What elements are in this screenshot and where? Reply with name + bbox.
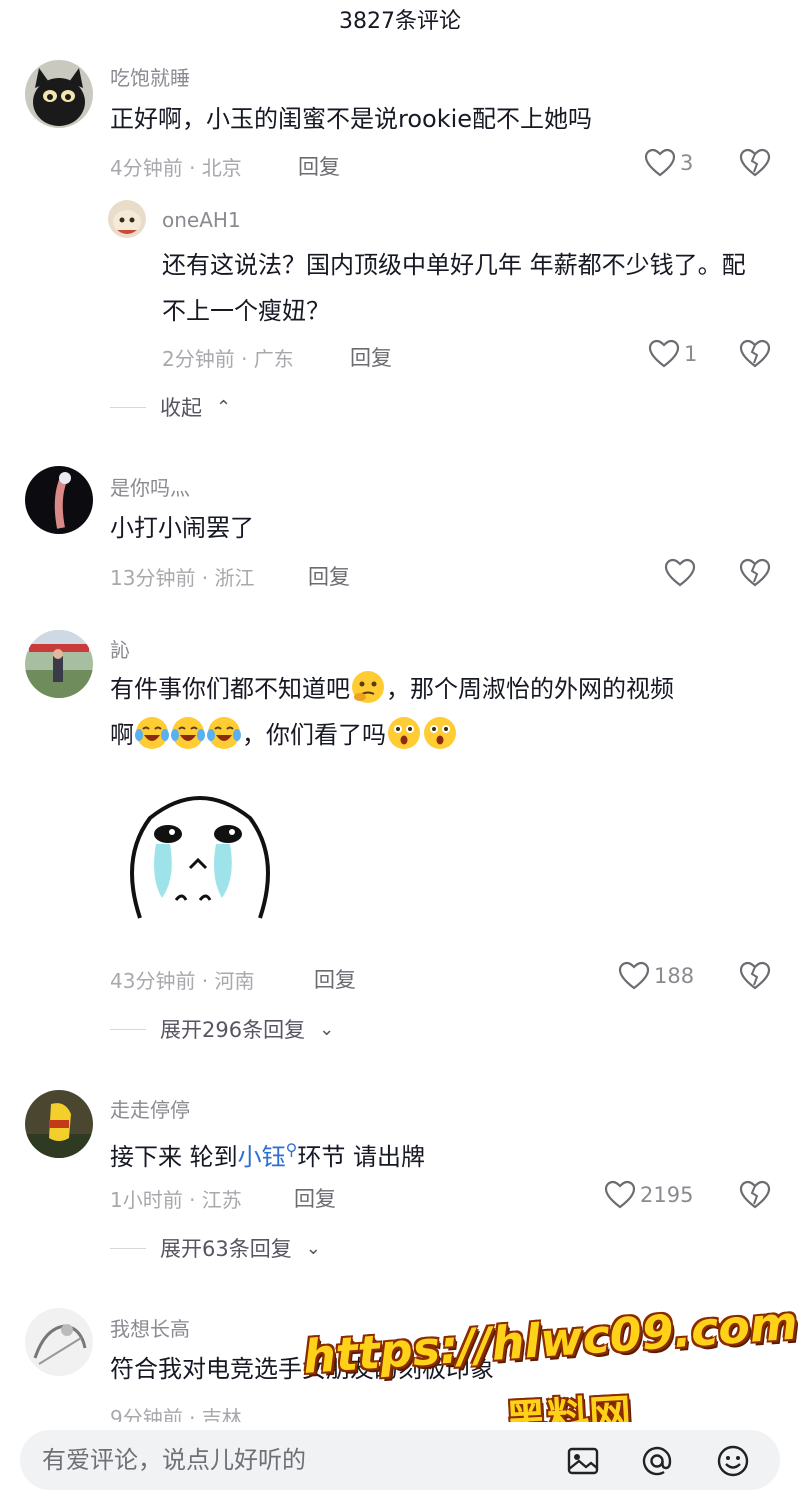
emoji-icon[interactable]	[716, 1444, 750, 1478]
crying-laughing-emoji	[170, 715, 206, 751]
heart-icon	[604, 1180, 636, 1209]
comment-time-location: 43分钟前 · 河南	[110, 969, 255, 993]
broken-heart-icon	[739, 961, 771, 990]
dislike-button[interactable]	[739, 558, 771, 588]
dislike-button[interactable]	[739, 961, 771, 991]
mention-icon[interactable]	[640, 1444, 674, 1478]
comment-input-pill[interactable]	[20, 1430, 780, 1490]
comment-text: 接下来 轮到小钰⚲环节 请出牌	[110, 1127, 780, 1180]
broken-heart-icon	[739, 148, 771, 177]
comment-text-part: 环节 请出牌	[297, 1143, 425, 1171]
comment-text: 有件事你们都不知道吧 ，那个周淑怡的外网的视频 啊 ，你们看了吗	[110, 666, 780, 758]
heart-icon	[664, 558, 696, 587]
like-button[interactable]: 1	[648, 339, 697, 369]
chevron-up-icon: ⌃	[216, 396, 232, 418]
crying-laughing-emoji	[134, 715, 170, 751]
heart-icon	[644, 148, 676, 177]
comment-username[interactable]: 我想长高	[110, 1313, 190, 1342]
divider	[110, 1028, 146, 1030]
avatar[interactable]	[25, 630, 93, 698]
comment-text-part: ，那个周淑怡的外网的视频	[386, 675, 674, 703]
comment-text-part: 有件事你们都不知道吧	[110, 675, 350, 703]
search-icon[interactable]: ⚲	[286, 1140, 298, 1159]
expand-label: 展开63条回复	[160, 1237, 292, 1261]
chevron-down-icon: ⌄	[319, 1018, 335, 1040]
comment-time-location: 1小时前 · 江苏	[110, 1188, 242, 1212]
watermark-url: https://hlwc09.com	[301, 1295, 800, 1384]
like-count: 3	[680, 151, 694, 175]
like-button[interactable]: 188	[618, 961, 694, 991]
comment-text-part: 啊	[110, 721, 134, 749]
crying-sticker-image[interactable]	[110, 768, 290, 938]
heart-icon	[618, 961, 650, 990]
dislike-button[interactable]	[739, 148, 771, 178]
broken-heart-icon	[739, 339, 771, 368]
reply-time-location: 2分钟前 · 广东	[162, 347, 294, 371]
like-count: 2195	[640, 1183, 694, 1207]
comment-input[interactable]	[42, 1440, 542, 1480]
chevron-down-icon: ⌄	[305, 1237, 321, 1259]
avatar[interactable]	[25, 1308, 93, 1376]
comments-header: 3827条评论	[0, 0, 800, 44]
dislike-button[interactable]	[739, 1180, 771, 1210]
collapse-label: 收起	[160, 396, 202, 420]
broken-heart-icon	[739, 1180, 771, 1209]
like-button[interactable]: 3	[644, 148, 693, 178]
comment-text: 正好啊，小玉的闺蜜不是说rookie配不上她吗	[110, 105, 593, 133]
reply-button[interactable]: 回复	[308, 561, 350, 591]
divider	[110, 1247, 146, 1249]
search-keyword-link[interactable]: 小钰	[238, 1143, 286, 1171]
comment-username[interactable]: 走走停停	[110, 1094, 190, 1123]
reply-username[interactable]: oneAH1	[162, 208, 241, 232]
thinking-face-emoji	[350, 669, 386, 705]
comment-username[interactable]: 吃饱就睡	[110, 62, 190, 91]
shocked-face-emoji	[386, 715, 422, 751]
avatar[interactable]	[108, 200, 146, 238]
heart-icon	[648, 339, 680, 368]
expand-replies-button[interactable]: 展开63条回复 ⌄	[110, 1233, 321, 1263]
comments-count-title: 3827条评论	[339, 9, 461, 34]
shocked-face-emoji	[422, 715, 458, 751]
reply-button[interactable]: 回复	[314, 964, 356, 994]
comment-text-part: 接下来 轮到	[110, 1143, 238, 1171]
divider	[110, 406, 146, 408]
like-count: 1	[684, 342, 698, 366]
reply-button[interactable]: 回复	[298, 151, 340, 181]
comment-text: 小打小闹罢了	[110, 514, 254, 542]
comment-text-part: ，你们看了吗	[242, 721, 386, 749]
reply-text: 还有这说法？国内顶级中单好几年 年薪都不少钱了。配不上一个瘦妞？	[162, 251, 746, 325]
collapse-replies-button[interactable]: 收起 ⌃	[110, 392, 231, 422]
expand-label: 展开296条回复	[160, 1018, 306, 1042]
reply-button[interactable]: 回复	[350, 342, 392, 372]
broken-heart-icon	[739, 558, 771, 587]
avatar[interactable]	[25, 1090, 93, 1158]
comment-input-bar	[0, 1422, 800, 1492]
crying-laughing-emoji	[206, 715, 242, 751]
comment-time-location: 13分钟前 · 浙江	[110, 566, 255, 590]
reply-button[interactable]: 回复	[294, 1183, 336, 1213]
expand-replies-button[interactable]: 展开296条回复 ⌄	[110, 1014, 334, 1044]
comment-username[interactable]: 是你吗灬	[110, 472, 190, 501]
like-button[interactable]	[664, 558, 700, 588]
avatar[interactable]	[25, 60, 93, 128]
comment-time-location: 4分钟前 · 北京	[110, 156, 242, 180]
like-button[interactable]: 2195	[604, 1180, 693, 1210]
comment-username[interactable]: 訫	[110, 634, 130, 663]
dislike-button[interactable]	[739, 339, 771, 369]
like-count: 188	[654, 964, 695, 988]
avatar[interactable]	[25, 466, 93, 534]
image-icon[interactable]	[566, 1444, 600, 1478]
